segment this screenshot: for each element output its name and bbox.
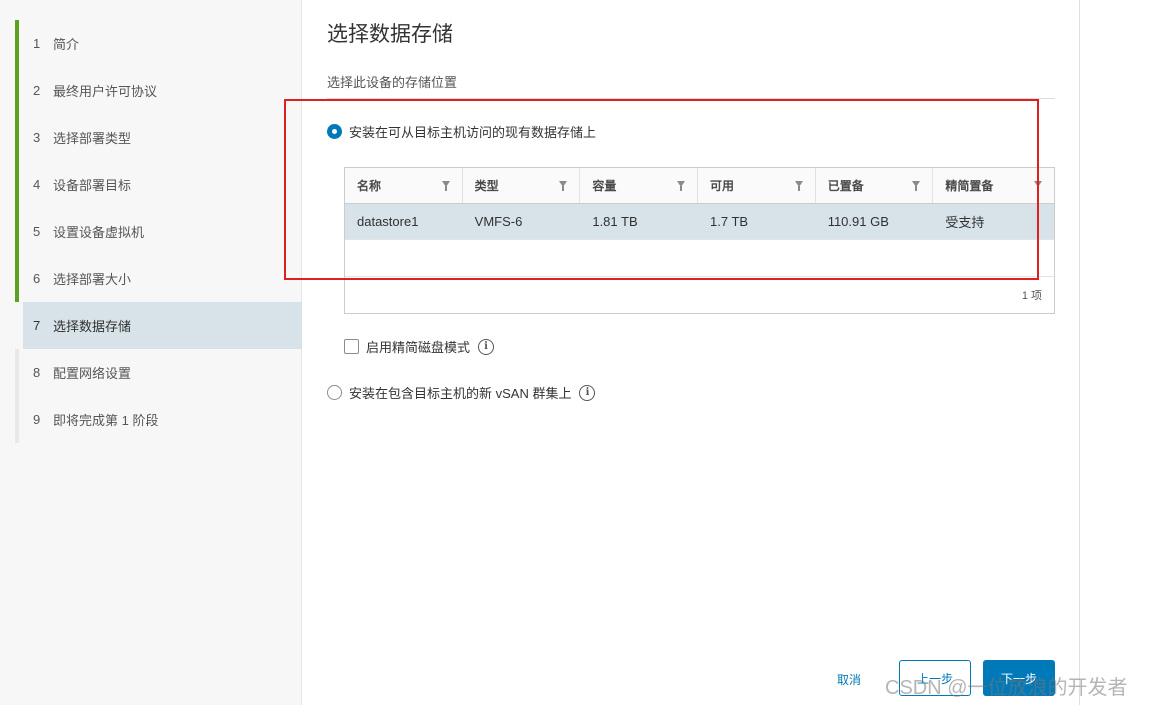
step-label: 即将完成第 1 阶段 — [53, 413, 159, 428]
wizard-sidebar: 1 简介 2 最终用户许可协议 3 选择部署类型 4 设备部署目标 5 设置设备虚拟机 6… — [0, 0, 302, 705]
info-icon[interactable]: i — [478, 338, 495, 355]
step-label: 配置网络设置 — [53, 366, 132, 381]
step-label: 选择数据存储 — [53, 319, 132, 334]
thin-disk-option[interactable]: 启用精简磁盘模式 i — [344, 337, 495, 356]
datastore-grid: 名称 类型 容量 可用 已置备 精简置备 datastore1 VMFS-6 1… — [344, 167, 1055, 314]
radio-checked[interactable] — [327, 124, 342, 139]
column-header-provisioned[interactable]: 已置备 — [816, 168, 934, 203]
step-2[interactable]: 2 最终用户许可协议 — [15, 67, 302, 114]
filter-icon[interactable] — [794, 181, 803, 191]
info-icon[interactable]: i — [579, 384, 596, 401]
step-3[interactable]: 3 选择部署类型 — [15, 114, 302, 161]
step-7-active[interactable]: 7 选择数据存储 — [23, 302, 302, 349]
radio-unchecked[interactable] — [327, 385, 342, 400]
filter-icon[interactable] — [677, 181, 686, 191]
grid-empty-area — [345, 240, 1054, 277]
filter-icon[interactable] — [441, 181, 450, 191]
step-label: 设备部署目标 — [53, 178, 132, 193]
vsan-option[interactable]: 安装在包含目标主机的新 vSAN 群集上 i — [327, 383, 596, 402]
table-row[interactable]: datastore1 VMFS-6 1.81 TB 1.7 TB 110.91 … — [345, 204, 1054, 240]
vsan-label: 安装在包含目标主机的新 vSAN 群集上 — [349, 386, 572, 401]
divider — [327, 98, 1055, 99]
thin-disk-checkbox[interactable] — [344, 339, 359, 354]
step-8: 8 配置网络设置 — [15, 349, 302, 396]
cell-free: 1.7 TB — [710, 214, 749, 229]
step-label: 选择部署类型 — [53, 131, 132, 146]
filter-icon[interactable] — [559, 181, 568, 191]
column-header-thin[interactable]: 精简置备 — [933, 168, 1054, 203]
cell-thin: 受支持 — [945, 215, 985, 230]
next-button[interactable]: 下一步 — [983, 660, 1055, 696]
cell-capacity: 1.81 TB — [592, 214, 638, 229]
wizard-content: 选择数据存储 选择此设备的存储位置 安装在可从目标主机访问的现有数据存储上 名称… — [303, 0, 1079, 705]
step-label: 最终用户许可协议 — [53, 84, 158, 99]
step-label: 设置设备虚拟机 — [53, 225, 145, 240]
filter-icon[interactable] — [912, 181, 921, 191]
step-9: 9 即将完成第 1 阶段 — [15, 396, 302, 443]
step-4[interactable]: 4 设备部署目标 — [15, 161, 302, 208]
column-header-free[interactable]: 可用 — [698, 168, 816, 203]
grid-header: 名称 类型 容量 可用 已置备 精简置备 — [345, 168, 1054, 204]
step-1[interactable]: 1 简介 — [15, 20, 302, 67]
column-header-type[interactable]: 类型 — [463, 168, 581, 203]
column-header-name[interactable]: 名称 — [345, 168, 463, 203]
step-5[interactable]: 5 设置设备虚拟机 — [15, 208, 302, 255]
column-header-capacity[interactable]: 容量 — [580, 168, 699, 203]
step-label: 选择部署大小 — [53, 272, 132, 287]
filter-icon[interactable] — [1034, 181, 1043, 191]
cancel-button[interactable]: 取消 — [837, 671, 861, 688]
back-button[interactable]: 上一步 — [899, 660, 971, 696]
page-title: 选择数据存储 — [327, 23, 453, 46]
cell-type: VMFS-6 — [474, 214, 523, 229]
existing-datastore-option[interactable]: 安装在可从目标主机访问的现有数据存储上 — [327, 122, 596, 141]
existing-datastore-label: 安装在可从目标主机访问的现有数据存储上 — [349, 125, 597, 140]
step-label: 简介 — [53, 37, 80, 52]
cell-provisioned: 110.91 GB — [827, 214, 889, 229]
page-subtitle: 选择此设备的存储位置 — [327, 75, 458, 90]
thin-disk-label: 启用精简磁盘模式 — [366, 340, 471, 355]
cell-name: datastore1 — [357, 214, 419, 229]
item-count: 1 项 — [1021, 290, 1042, 302]
step-6[interactable]: 6 选择部署大小 — [15, 255, 302, 302]
wizard-steps: 1 简介 2 最终用户许可协议 3 选择部署类型 4 设备部署目标 5 设置设备虚拟机 6… — [15, 20, 302, 443]
right-gutter — [1079, 0, 1155, 705]
